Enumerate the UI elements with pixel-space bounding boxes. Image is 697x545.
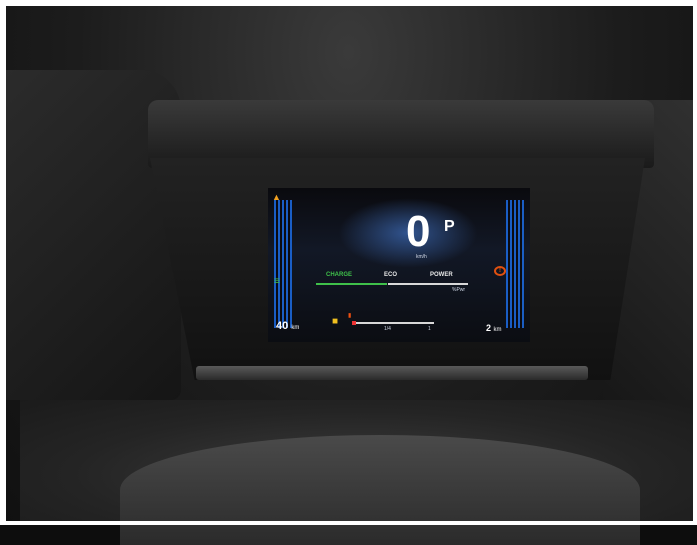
photo-border [0,0,697,525]
